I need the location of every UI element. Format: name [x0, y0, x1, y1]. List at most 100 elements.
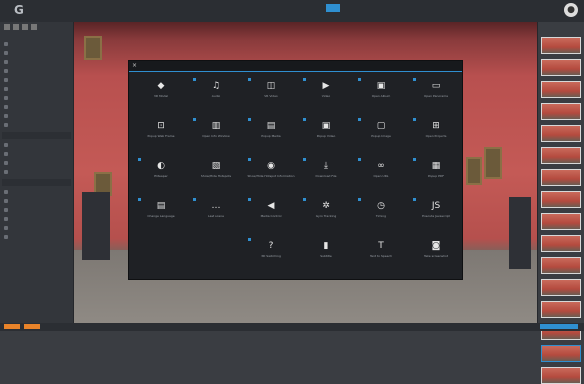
layer-row[interactable] [4, 189, 69, 195]
action-button-link[interactable]: ∞ Open URL [357, 157, 405, 193]
top-tab[interactable] [220, 4, 232, 12]
blue-button[interactable] [540, 324, 578, 329]
layer-row[interactable] [4, 160, 69, 166]
scene-thumbnail[interactable] [541, 279, 581, 296]
top-tab-active[interactable] [326, 4, 341, 12]
action-button-help[interactable]: ? 3D Switching [247, 237, 295, 273]
selected-marker [413, 198, 416, 201]
action-button-pdf[interactable]: ▦ Popup PDF [412, 157, 460, 193]
action-button-play[interactable]: ◀ Media Control [247, 197, 295, 233]
top-tab[interactable] [291, 4, 303, 12]
layer-icon [4, 69, 8, 73]
layer-row[interactable] [4, 95, 69, 101]
scene-thumbnail[interactable] [541, 213, 581, 230]
scene-thumbnail[interactable] [541, 367, 581, 384]
layer-row[interactable] [4, 59, 69, 65]
action-button-album[interactable]: ▣ Open Album [357, 77, 405, 113]
action-button-timer[interactable]: ◷ Timing [357, 197, 405, 233]
action-label: Video [321, 94, 331, 98]
top-tab[interactable] [346, 4, 358, 12]
action-button-eye[interactable]: ◉ Show/Hide Hotspot Information [247, 157, 295, 193]
scene-list-header [538, 22, 584, 32]
action-button-info-window[interactable]: ▥ Open Info Window [192, 117, 240, 153]
top-tab[interactable] [273, 4, 285, 12]
action-button-download[interactable]: ⤓ Download File [302, 157, 350, 193]
scene-thumbnail[interactable] [541, 169, 581, 186]
layer-icon [4, 87, 8, 91]
action-button-projects[interactable]: ⊞ Open Projects [412, 117, 460, 153]
tool-icon[interactable] [13, 24, 19, 30]
top-tab[interactable] [255, 4, 267, 12]
orange-button[interactable] [24, 324, 40, 329]
tool-icon[interactable] [31, 24, 37, 30]
layer-row[interactable] [4, 113, 69, 119]
action-button-javascript[interactable]: JS Execute Javascript [412, 197, 460, 233]
layer-row[interactable] [4, 169, 69, 175]
selected-marker [248, 238, 251, 241]
layer-row[interactable] [4, 122, 69, 128]
popup-media-icon: ▤ [266, 121, 276, 131]
headphones-icon: ♫ [211, 81, 221, 91]
action-button-headphones[interactable]: ♫ Audio [192, 77, 240, 113]
scene-thumbnail[interactable] [541, 191, 581, 208]
layer-row[interactable] [4, 41, 69, 47]
top-tab[interactable] [309, 4, 321, 12]
scene-thumbnail[interactable] [541, 59, 581, 76]
action-button-subtitle[interactable]: ▮ Subtitle [302, 237, 350, 273]
action-button-video[interactable]: ▶ Video [302, 77, 350, 113]
painting [84, 36, 102, 60]
layer-icon [4, 152, 8, 156]
layer-icon [4, 42, 8, 46]
layer-row[interactable] [4, 216, 69, 222]
panel-section-header[interactable] [2, 132, 71, 139]
action-button-speech[interactable]: T Text to Speech [357, 237, 405, 273]
painting [466, 157, 482, 185]
scene-thumbnail[interactable] [541, 345, 581, 362]
layer-icon [4, 226, 8, 230]
tool-icon[interactable] [22, 24, 28, 30]
action-button-hotspot[interactable]: ▧ Show/Hide Hotspots [192, 157, 240, 193]
layer-row[interactable] [4, 50, 69, 56]
scene-thumbnail[interactable] [541, 103, 581, 120]
scene-thumbnail[interactable] [541, 257, 581, 274]
action-label: Change Language [147, 214, 175, 218]
action-button-web-frame[interactable]: ⊡ Popup Web Frame [137, 117, 185, 153]
action-button-panorama[interactable]: ▭ Open Panorama [412, 77, 460, 113]
layer-row[interactable] [4, 77, 69, 83]
layer-row[interactable] [4, 104, 69, 110]
action-button-toggle[interactable]: ◐ Eliteaper [137, 157, 185, 193]
album-icon: ▣ [376, 81, 386, 91]
orange-button[interactable] [4, 324, 20, 329]
layer-row[interactable] [4, 234, 69, 240]
action-button-popup-media[interactable]: ▤ Popup Media [247, 117, 295, 153]
panel-section-header[interactable] [2, 179, 71, 186]
action-button-gyro[interactable]: ✲ Gyro Tracking [302, 197, 350, 233]
action-button-image[interactable]: ▢ Popup Image [357, 117, 405, 153]
scene-thumbnail[interactable] [541, 125, 581, 142]
scene-thumbnail[interactable] [541, 37, 581, 54]
scene-thumbnail[interactable] [541, 81, 581, 98]
layer-row[interactable] [4, 198, 69, 204]
top-tab[interactable] [238, 4, 250, 12]
scene-thumbnail[interactable] [541, 147, 581, 164]
top-tab[interactable] [364, 4, 376, 12]
action-button-more[interactable]: … Last scene [192, 197, 240, 233]
action-button-vr-video[interactable]: ◫ VR Video [247, 77, 295, 113]
scene-thumbnail[interactable] [541, 301, 581, 318]
user-avatar-icon[interactable]: ● [564, 3, 578, 17]
action-button-camera[interactable]: ◙ Take screenshot [412, 237, 460, 273]
language-icon: ▤ [156, 201, 166, 211]
action-button-popup-video[interactable]: ▣ Popup Video [302, 117, 350, 153]
layer-row[interactable] [4, 68, 69, 74]
selected-marker [413, 78, 416, 81]
action-button-language[interactable]: ▤ Change Language [137, 197, 185, 233]
layer-row[interactable] [4, 142, 69, 148]
layer-row[interactable] [4, 151, 69, 157]
action-button-cube[interactable]: ◆ 3D Model [137, 77, 185, 113]
layer-row[interactable] [4, 207, 69, 213]
layer-row[interactable] [4, 86, 69, 92]
layer-row[interactable] [4, 225, 69, 231]
close-icon[interactable]: × [132, 62, 137, 69]
tool-icon[interactable] [4, 24, 10, 30]
scene-thumbnail[interactable] [541, 235, 581, 252]
